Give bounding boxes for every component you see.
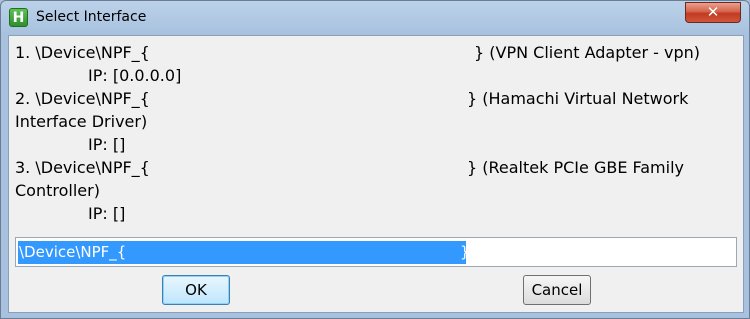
interface-1-name: 1. \Device\NPF_{ <box>15 43 150 62</box>
interface-2-line: 2. \Device\NPF_{ } (Hamachi Virtual Netw… <box>15 87 735 110</box>
select-interface-dialog: H Select Interface ✕ 1. \Device\NPF_{ } … <box>0 0 750 319</box>
input-value-end: } <box>460 243 470 261</box>
interface-3-line: 3. \Device\NPF_{ } (Realtek PCIe GBE Fam… <box>15 156 735 179</box>
close-button[interactable]: ✕ <box>685 2 741 23</box>
title-bar[interactable]: H Select Interface ✕ <box>1 1 749 35</box>
ok-button[interactable]: OK <box>162 275 230 305</box>
interface-3-desc: } (Realtek PCIe GBE Family <box>467 158 684 177</box>
interface-2-desc-cont: Interface Driver) <box>15 112 148 131</box>
input-value-start: \Device\NPF_{ <box>19 243 127 261</box>
dialog-content: 1. \Device\NPF_{ } (VPN Client Adapter -… <box>8 35 744 313</box>
interface-3-desc-cont: Controller) <box>15 181 100 200</box>
hamachi-app-icon: H <box>9 8 28 27</box>
interface-1-ip: IP: [0.0.0.0] <box>88 66 182 85</box>
interface-input[interactable]: \Device\NPF_{ } <box>15 237 737 267</box>
window-title: Select Interface <box>36 9 147 25</box>
interface-3-ip: IP: [] <box>88 204 126 223</box>
cancel-button[interactable]: Cancel <box>523 275 591 305</box>
interface-2-ip: IP: [] <box>88 135 126 154</box>
interface-list: 1. \Device\NPF_{ } (VPN Client Adapter -… <box>15 41 735 225</box>
interface-2-name: 2. \Device\NPF_{ <box>15 89 150 108</box>
interface-2-desc: } (Hamachi Virtual Network <box>467 89 689 108</box>
interface-3-name: 3. \Device\NPF_{ <box>15 158 150 177</box>
close-icon: ✕ <box>706 3 720 21</box>
interface-1-line: 1. \Device\NPF_{ } (VPN Client Adapter -… <box>15 41 735 64</box>
interface-1-desc: } (VPN Client Adapter - vpn) <box>474 43 700 62</box>
